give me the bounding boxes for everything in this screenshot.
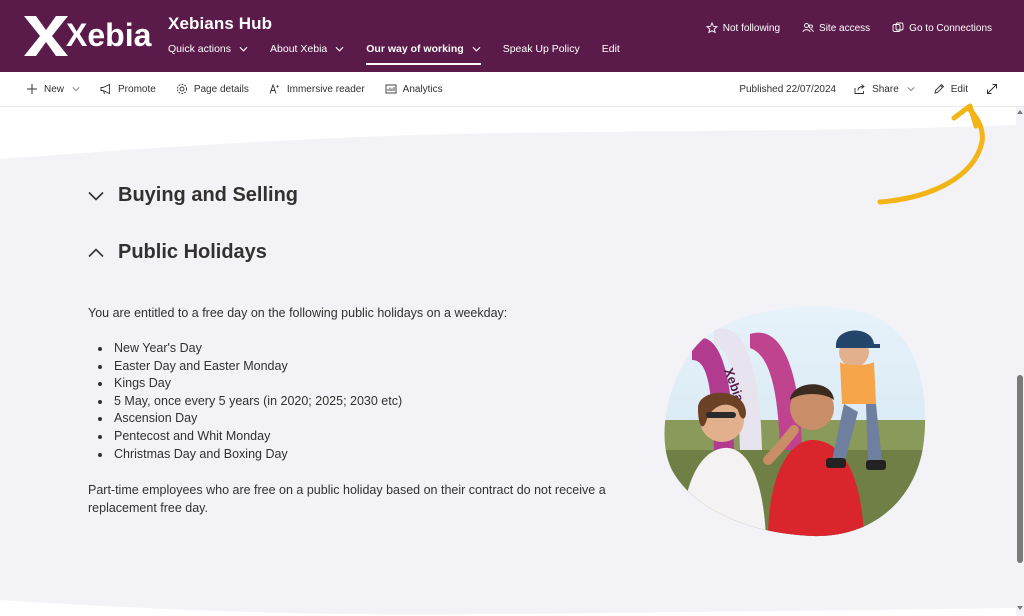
immersive-reader-icon [269,83,280,94]
go-to-connections-button[interactable]: Go to Connections [892,22,992,34]
site-access-button[interactable]: Site access [802,22,870,34]
go-to-connections-label: Go to Connections [909,22,992,34]
list-item: Easter Day and Easter Monday [112,358,402,376]
immersive-reader-button[interactable]: Immersive reader [269,83,365,95]
connections-icon [892,22,904,32]
nav-label: Quick actions [168,43,232,55]
chevron-down-icon [472,46,481,52]
analytics-label: Analytics [402,83,443,95]
xebia-logo[interactable]: Xebia [22,10,152,58]
page-details-button[interactable]: Page details [176,83,249,95]
nav-about-xebia[interactable]: About Xebia [270,39,344,59]
section-buying-and-selling[interactable]: Buying and Selling [88,184,298,207]
part-time-note-line: Part-time employees who are free on a pu… [88,483,606,497]
site-title[interactable]: Xebians Hub [168,14,272,34]
scroll-down-arrow-icon[interactable] [1016,604,1024,612]
list-item: 5 May, once every 5 years (in 2020; 2025… [112,393,402,411]
plus-icon [27,84,37,94]
chevron-down-icon [72,87,80,92]
new-button[interactable]: New [26,83,80,95]
header-actions: Not following Site access Go to Connecti… [684,22,992,34]
nav-label: About Xebia [270,43,328,55]
section-title: Buying and Selling [118,184,299,206]
chevron-up-icon [88,247,104,257]
list-item: Pentecost and Whit Monday [112,428,402,446]
share-icon [854,84,865,94]
part-time-note-line: replacement free day. [88,500,208,515]
star-icon [705,22,718,34]
section-public-holidays[interactable]: Public Holidays [88,241,267,264]
nav-label: Our way of working [366,43,464,55]
share-button[interactable]: Share [854,83,915,95]
content-top-wave [0,107,1016,167]
megaphone-icon [100,83,110,95]
site-access-label: Site access [819,22,871,34]
nav-label: Edit [601,43,620,55]
section-title: Public Holidays [118,241,267,263]
part-time-note: Part-time employees who are free on a pu… [88,482,606,517]
annotation-arrow [877,103,985,205]
analytics-icon [385,84,397,94]
analytics-button[interactable]: Analytics [385,83,443,95]
promote-label: Promote [118,83,156,95]
edit-button[interactable]: Edit [933,83,968,95]
nav-speak-up-policy[interactable]: Speak Up Policy [503,39,580,59]
command-bar-left: New Promote Page details Immersive reade… [26,72,463,106]
pencil-icon [934,83,944,94]
list-item: Ascension Day [112,410,402,428]
holidays-intro: You are entitled to a free day on the fo… [88,306,508,320]
nav-edit[interactable]: Edit [602,39,620,59]
share-label: Share [872,83,899,95]
follow-button[interactable]: Not following [705,22,781,34]
follow-label: Not following [722,22,781,34]
svg-text:Xebia: Xebia [66,17,152,53]
nav-quick-actions[interactable]: Quick actions [168,39,248,59]
chevron-down-icon [239,46,248,52]
chevron-down-icon [907,87,915,92]
gear-icon [176,83,187,95]
site-header: Xebia Xebians Hub Quick actions About Xe… [0,0,1024,72]
team-photo: Xebia [664,306,926,537]
holiday-list: New Year's Day Easter Day and Easter Mon… [100,340,402,463]
content-bottom-wave [0,600,1016,616]
edit-label: Edit [950,83,968,95]
hub-navigation: Quick actions About Xebia Our way of wor… [168,38,642,65]
people-icon [802,23,814,33]
list-item: New Year's Day [112,340,402,358]
expand-icon [987,84,997,94]
nav-label: Speak Up Policy [502,43,580,55]
published-date: Published 22/07/2024 [739,83,837,95]
page-details-label: Page details [193,83,249,95]
list-item: Christmas Day and Boxing Day [112,446,402,464]
scrollbar-thumb[interactable] [1017,375,1023,563]
new-label: New [44,83,65,95]
list-item: Kings Day [112,375,402,393]
chevron-down-icon [335,46,344,52]
chevron-down-icon [88,191,104,201]
nav-our-way-of-working[interactable]: Our way of working [366,39,482,65]
expand-button[interactable] [986,83,1004,95]
immersive-reader-label: Immersive reader [286,83,365,95]
promote-button[interactable]: Promote [100,83,156,95]
scroll-up-arrow-icon[interactable] [1016,108,1024,116]
